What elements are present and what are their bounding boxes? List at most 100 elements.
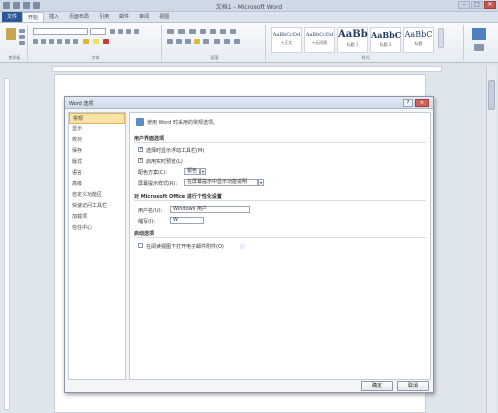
nav-item-general[interactable]: 常规 bbox=[69, 113, 125, 124]
color-scheme-select[interactable]: 银色 bbox=[184, 168, 200, 175]
tab-references[interactable]: 引用 bbox=[94, 12, 114, 22]
nav-item-display[interactable]: 显示 bbox=[69, 124, 125, 135]
highlight-icon[interactable] bbox=[93, 39, 99, 44]
multilevel-list-icon[interactable] bbox=[189, 29, 196, 34]
style-no-spacing[interactable]: AaBbCcDd +无间隔 bbox=[304, 27, 335, 53]
ribbon: 剪贴板 字体 段落 AaBbCcDd +正文 AaBbCcDd +无间隔 AaB… bbox=[0, 23, 498, 63]
nav-item-quick-access[interactable]: 快速访问工具栏 bbox=[69, 201, 125, 212]
nav-item-save[interactable]: 保存 bbox=[69, 146, 125, 157]
chevron-down-icon[interactable]: ▾ bbox=[258, 179, 264, 186]
strikethrough-icon[interactable] bbox=[57, 39, 62, 44]
tab-insert[interactable]: 插入 bbox=[44, 12, 64, 22]
font-name-select[interactable] bbox=[33, 28, 88, 35]
text-effect-icon[interactable] bbox=[83, 39, 89, 44]
nav-item-typography[interactable]: 版式 bbox=[69, 157, 125, 168]
styles-scroll-icon[interactable] bbox=[438, 28, 444, 48]
sort-icon[interactable] bbox=[220, 29, 226, 34]
increase-indent-icon[interactable] bbox=[210, 29, 216, 34]
clear-format-icon[interactable] bbox=[134, 29, 139, 34]
decrease-indent-icon[interactable] bbox=[200, 29, 206, 34]
style-sample: AaBbC bbox=[371, 30, 402, 40]
tab-view[interactable]: 视图 bbox=[154, 12, 174, 22]
tab-page-layout[interactable]: 页面布局 bbox=[64, 12, 94, 22]
section-personalize: 对 Microsoft Office 进行个性化设置 bbox=[134, 193, 426, 201]
format-painter-icon[interactable] bbox=[19, 41, 25, 45]
align-center-icon[interactable] bbox=[176, 39, 182, 44]
font-size-select[interactable] bbox=[90, 28, 106, 35]
find-icon[interactable] bbox=[474, 44, 484, 51]
paste-icon[interactable] bbox=[6, 28, 16, 40]
ribbon-tabs: 文件 开始 插入 页面布局 引用 邮件 审阅 视图 bbox=[0, 12, 498, 23]
vertical-ruler[interactable] bbox=[4, 78, 10, 410]
nav-item-addins[interactable]: 加载项 bbox=[69, 212, 125, 223]
help-icon[interactable]: ? bbox=[403, 99, 413, 107]
italic-icon[interactable] bbox=[41, 39, 46, 44]
tab-mailings[interactable]: 邮件 bbox=[114, 12, 134, 22]
username-input[interactable]: Windows 用户 bbox=[170, 206, 250, 213]
close-button[interactable]: ✕ bbox=[484, 1, 496, 9]
nav-item-advanced[interactable]: 高级 bbox=[69, 179, 125, 190]
email-attachments-label: 在阅读视图下打开电子邮件附件(O) bbox=[146, 244, 224, 250]
superscript-icon[interactable] bbox=[73, 39, 78, 44]
title-bar: 文档1 - Microsoft Word – □ ✕ bbox=[0, 0, 498, 12]
window-title: 文档1 - Microsoft Word bbox=[215, 4, 283, 11]
nav-item-proofing[interactable]: 校对 bbox=[69, 135, 125, 146]
ok-button[interactable]: 确定 bbox=[361, 381, 393, 391]
justify-icon[interactable] bbox=[194, 39, 200, 44]
align-left-icon[interactable] bbox=[167, 39, 173, 44]
color-scheme-label: 配色方案(C): bbox=[138, 170, 168, 176]
style-title[interactable]: AaBbC 标题 bbox=[403, 27, 434, 53]
font-color-icon[interactable] bbox=[103, 39, 109, 44]
distributed-icon[interactable] bbox=[203, 39, 209, 44]
borders-icon[interactable] bbox=[234, 39, 240, 44]
word-options-dialog: Word 选项 ? ✕ 常规 显示 校对 保存 版式 语言 高级 自定义功能区 … bbox=[64, 96, 434, 393]
clipboard-group: 剪贴板 bbox=[2, 25, 28, 61]
dialog-close-button[interactable]: ✕ bbox=[415, 99, 429, 107]
change-case-icon[interactable] bbox=[126, 29, 131, 34]
mini-toolbar-checkbox[interactable] bbox=[138, 146, 143, 152]
align-right-icon[interactable] bbox=[185, 39, 191, 44]
shrink-font-icon[interactable] bbox=[118, 29, 123, 34]
tab-review[interactable]: 审阅 bbox=[134, 12, 154, 22]
style-normal[interactable]: AaBbCcDd +正文 bbox=[271, 27, 302, 53]
underline-icon[interactable] bbox=[49, 39, 54, 44]
initials-input[interactable]: W bbox=[170, 217, 204, 224]
line-spacing-icon[interactable] bbox=[214, 39, 220, 44]
shading-icon[interactable] bbox=[224, 39, 230, 44]
change-styles-icon[interactable] bbox=[472, 28, 486, 40]
style-sample: AaBbCcDd bbox=[305, 32, 334, 38]
dialog-title: Word 选项 bbox=[69, 101, 94, 107]
cancel-button[interactable]: 取消 bbox=[397, 381, 429, 391]
scrollbar-thumb[interactable] bbox=[488, 80, 495, 110]
section-startup: 启动选项 bbox=[134, 230, 426, 238]
cut-icon[interactable] bbox=[19, 29, 25, 33]
minimize-button[interactable]: – bbox=[458, 1, 470, 9]
nav-item-customize-ribbon[interactable]: 自定义功能区 bbox=[69, 190, 125, 201]
nav-item-language[interactable]: 语言 bbox=[69, 168, 125, 179]
horizontal-ruler[interactable] bbox=[52, 66, 442, 72]
bullets-icon[interactable] bbox=[167, 29, 174, 34]
style-name: +正文 bbox=[280, 40, 293, 45]
numbering-icon[interactable] bbox=[178, 29, 185, 34]
vertical-scrollbar[interactable] bbox=[486, 66, 496, 413]
bold-icon[interactable] bbox=[33, 39, 38, 44]
initials-label: 缩写(I): bbox=[138, 219, 156, 225]
tab-file[interactable]: 文件 bbox=[2, 12, 23, 22]
style-heading-1[interactable]: AaBb 标题 1 bbox=[337, 27, 368, 53]
nav-item-trust-center[interactable]: 信任中心 bbox=[69, 223, 125, 234]
show-marks-icon[interactable] bbox=[230, 29, 236, 34]
tab-home[interactable]: 开始 bbox=[22, 12, 45, 22]
maximize-button[interactable]: □ bbox=[471, 1, 483, 9]
grow-font-icon[interactable] bbox=[110, 29, 115, 34]
screentip-style-select[interactable]: 在屏幕提示中显示功能说明 bbox=[184, 179, 258, 186]
email-attachments-checkbox[interactable] bbox=[138, 243, 143, 248]
style-sample: AaBb bbox=[338, 29, 368, 40]
username-label: 用户名(U): bbox=[138, 208, 163, 214]
subscript-icon[interactable] bbox=[65, 39, 70, 44]
live-preview-checkbox[interactable] bbox=[138, 157, 143, 163]
mini-toolbar-label: 选择时显示浮动工具栏(M) bbox=[146, 148, 205, 154]
copy-icon[interactable] bbox=[19, 35, 25, 39]
styles-group: AaBbCcDd +正文 AaBbCcDd +无间隔 AaBb 标题 1 AaB… bbox=[268, 25, 464, 61]
chevron-down-icon[interactable]: ▾ bbox=[200, 168, 206, 175]
style-heading-2[interactable]: AaBbC 标题 2 bbox=[370, 27, 401, 53]
